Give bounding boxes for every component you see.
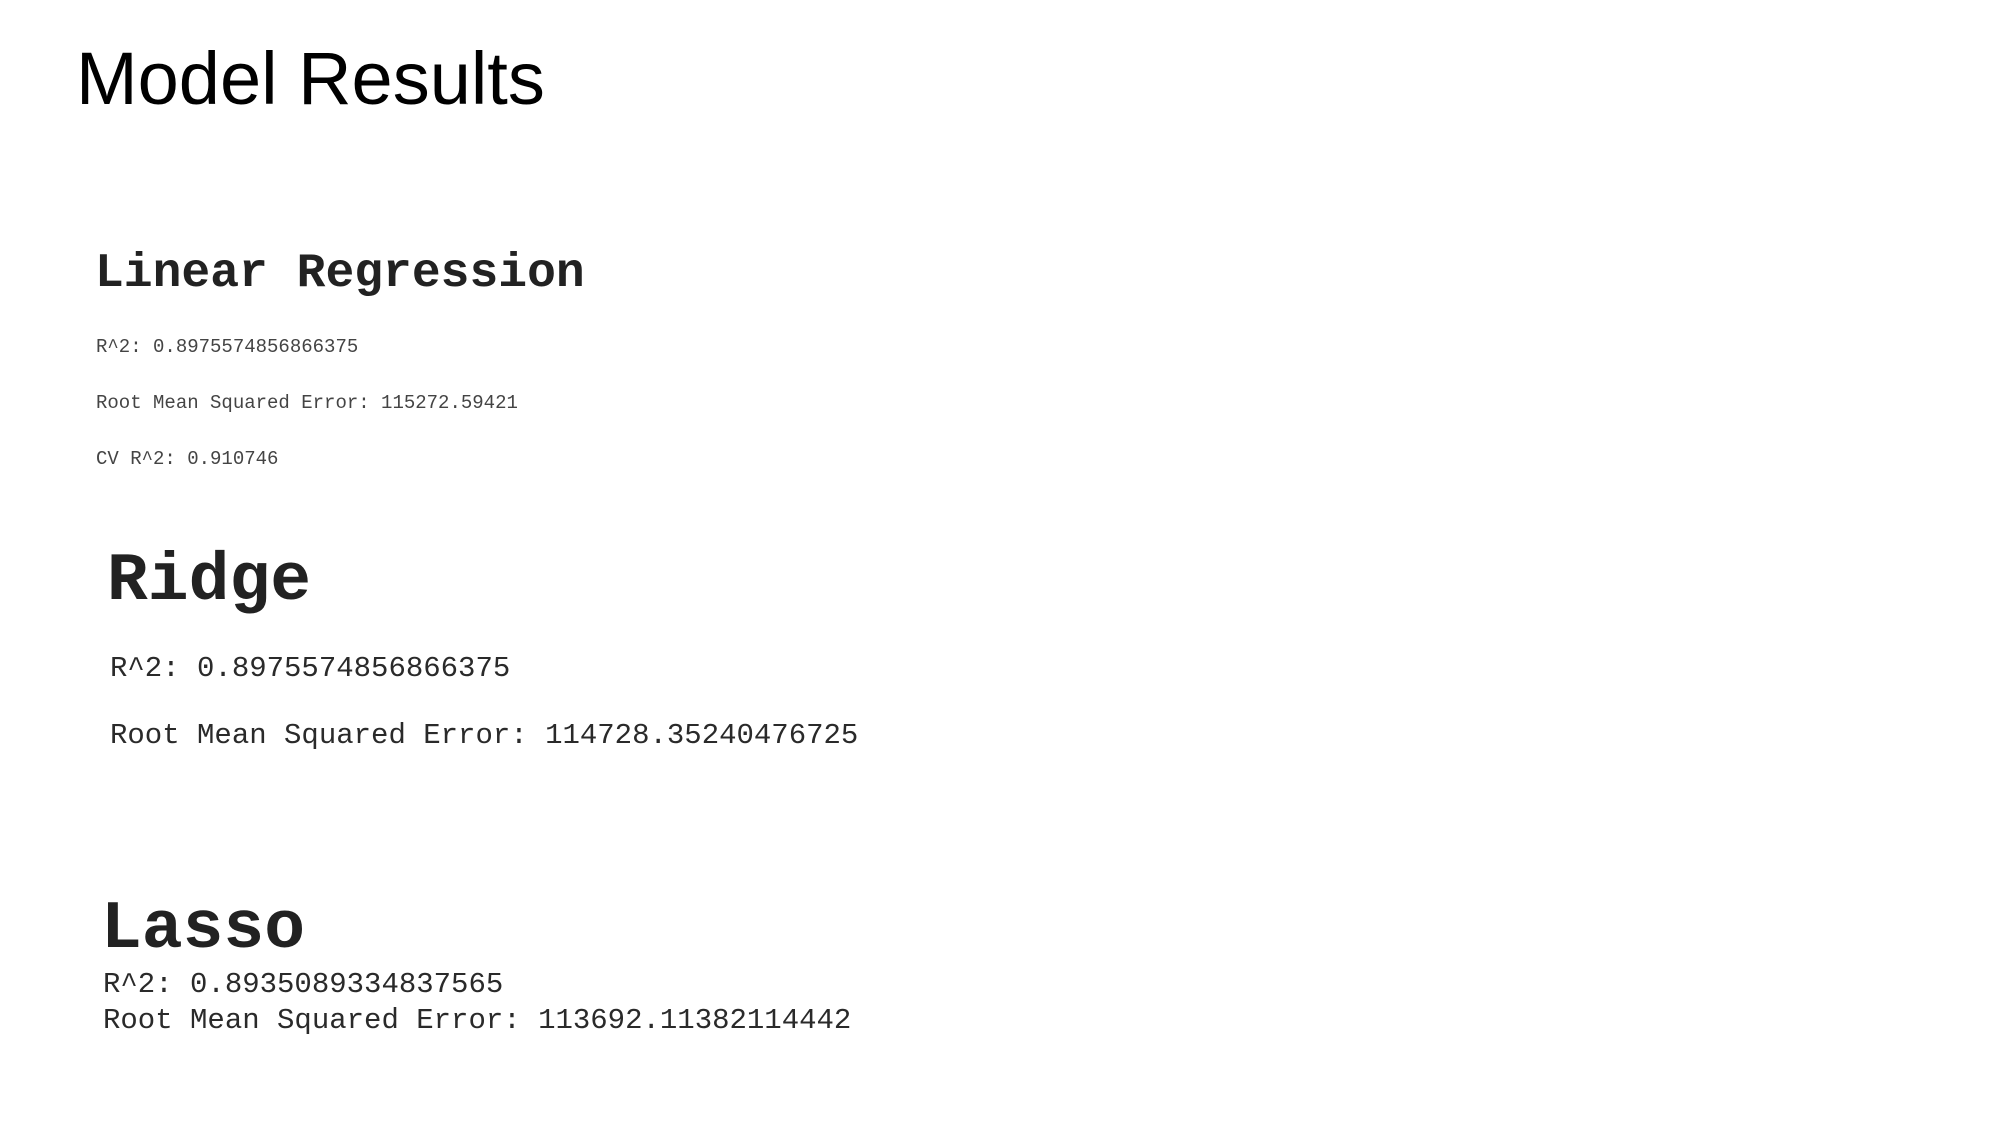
linear-regression-heading: Linear Regression	[95, 247, 585, 301]
lasso-rmse: Root Mean Squared Error: 113692.11382114…	[103, 1004, 852, 1037]
linear-regression-rmse: Root Mean Squared Error: 115272.59421	[96, 392, 518, 414]
ridge-r2: R^2: 0.8975574856866375	[110, 652, 511, 685]
ridge-rmse: Root Mean Squared Error: 114728.35240476…	[110, 719, 859, 752]
page-title: Model Results	[76, 37, 545, 120]
lasso-heading: Lasso	[101, 891, 306, 968]
linear-regression-cv-r2: CV R^2: 0.910746	[96, 448, 279, 470]
ridge-heading: Ridge	[107, 543, 312, 620]
lasso-r2: R^2: 0.8935089334837565	[103, 968, 504, 1001]
linear-regression-r2: R^2: 0.8975574856866375	[96, 336, 359, 358]
